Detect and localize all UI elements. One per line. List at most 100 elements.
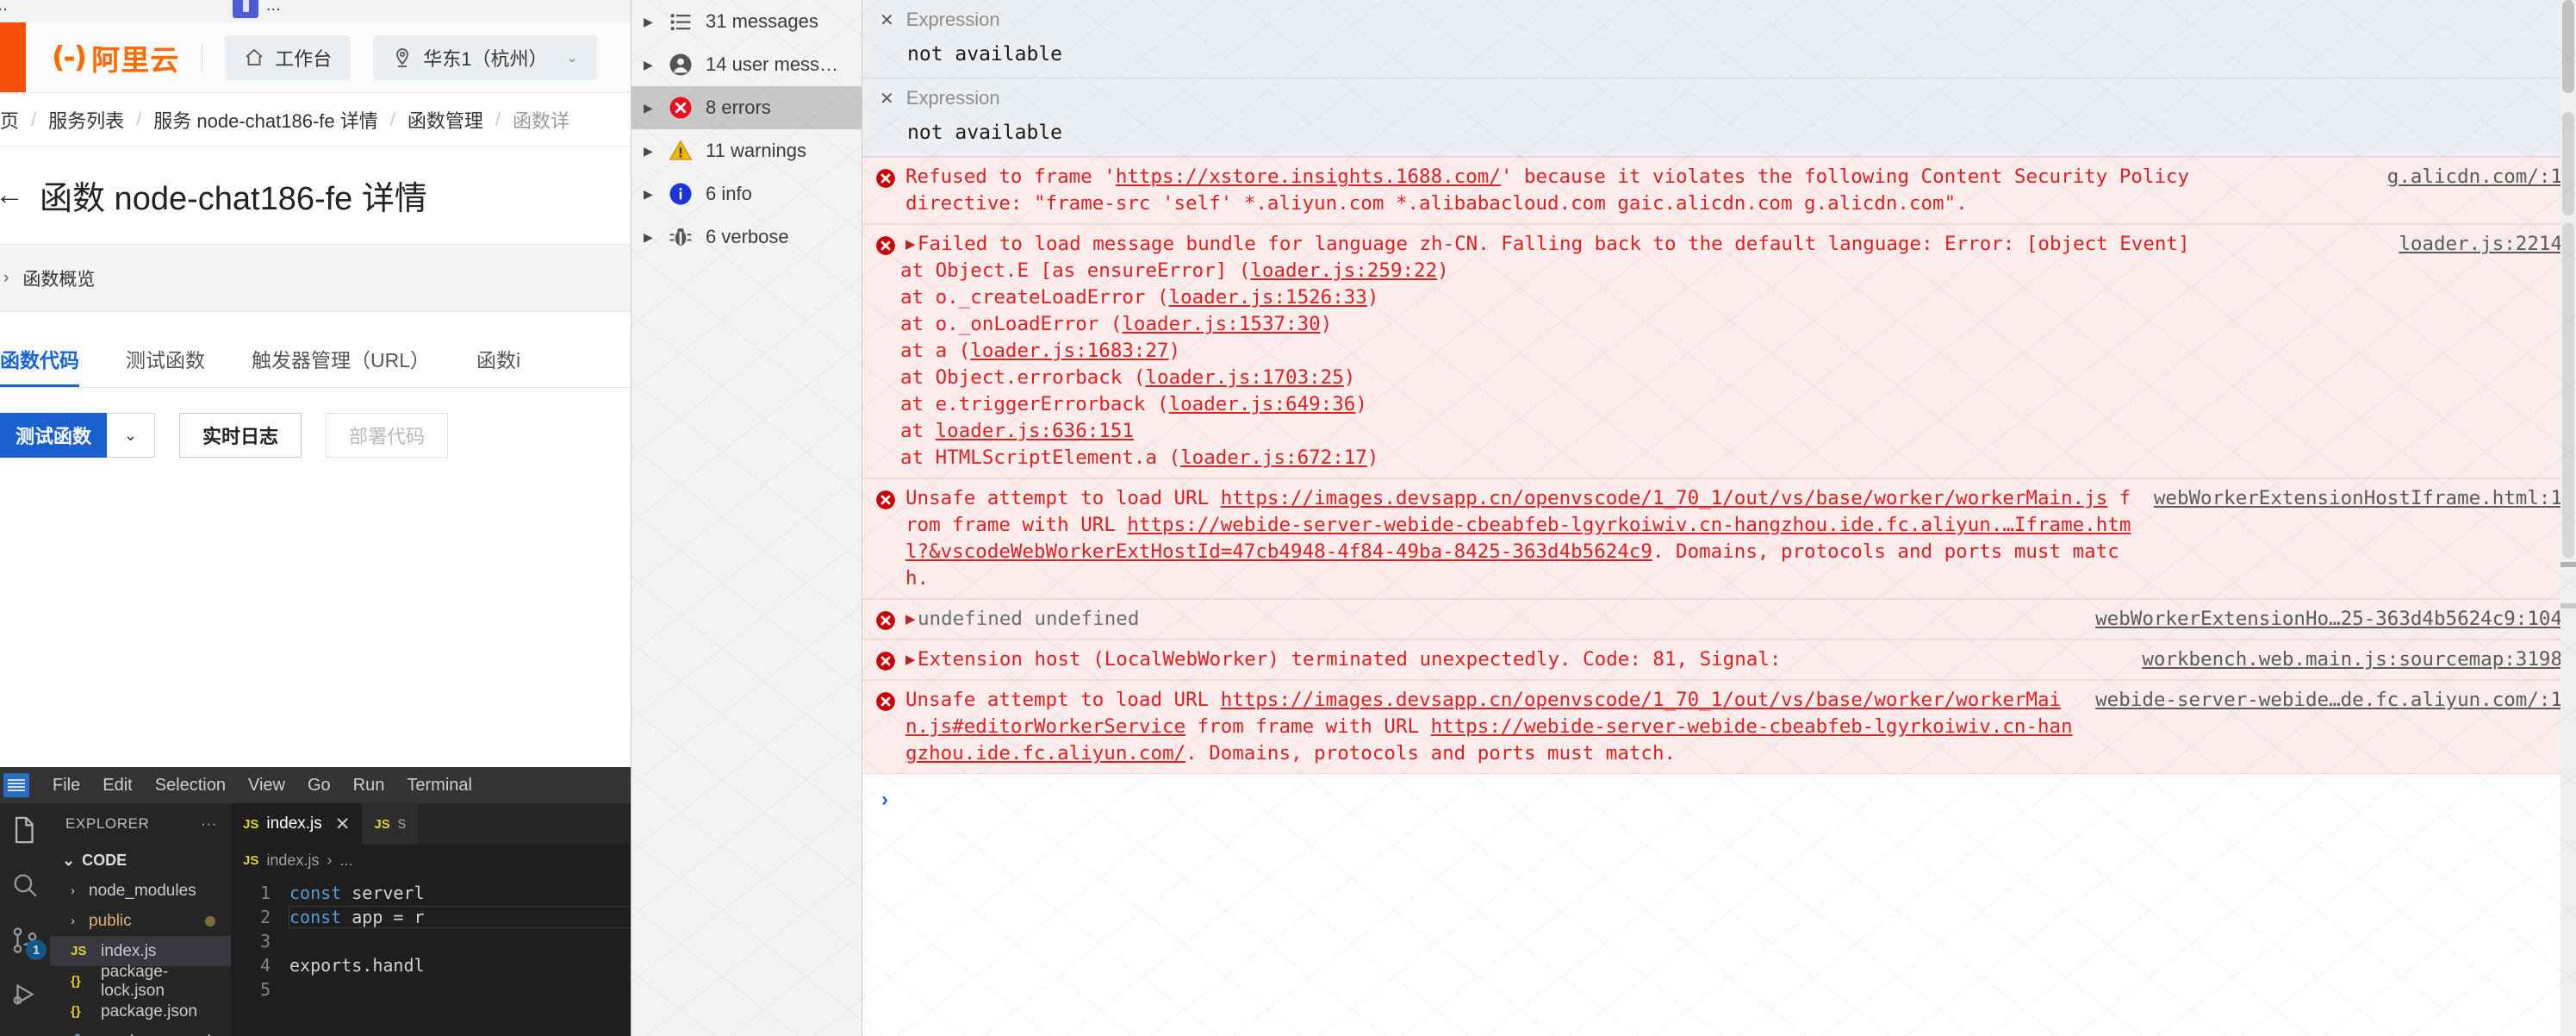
console-source-link[interactable]: g.alicdn.com/:1: [2387, 164, 2576, 190]
expand-triangle-icon[interactable]: ▶: [905, 652, 916, 667]
console-filter-verbose[interactable]: ▶ 6 verbose: [632, 215, 862, 259]
explorer-root-folder[interactable]: ⌄ CODE: [50, 845, 231, 876]
console-filter-messages[interactable]: ▶ 31 messages: [632, 0, 862, 43]
run-debug-icon[interactable]: [10, 981, 40, 1010]
error-url-link[interactable]: https://images.devsapp.cn/openvscode/1_7…: [1221, 487, 2108, 509]
breadcrumb-item-function-mgmt[interactable]: 函数管理: [408, 106, 483, 134]
workbench-nav-button[interactable]: 工作台: [225, 34, 352, 80]
explorer-more-icon[interactable]: ···: [201, 815, 217, 833]
js-file-icon: JS: [71, 944, 87, 958]
region-selector[interactable]: 华东1（杭州） ⌄: [373, 34, 597, 80]
console-filter-warnings[interactable]: ▶ 11 warnings: [632, 129, 862, 172]
console-error-row[interactable]: Unsafe attempt to load URL https://image…: [862, 680, 2576, 774]
deploy-code-button[interactable]: 部署代码: [326, 413, 449, 458]
breadcrumb-item-home[interactable]: 页: [0, 106, 19, 134]
console-error-text: Unsafe attempt to load URL https://image…: [905, 687, 2095, 767]
explorer-item-package-lock-json[interactable]: {} package-lock.json: [50, 963, 231, 1000]
chevron-down-icon: ⌄: [566, 50, 578, 66]
menu-view[interactable]: View: [237, 776, 296, 796]
watch-expression-label: Expression: [905, 87, 1000, 109]
close-icon[interactable]: ✕: [335, 814, 351, 835]
file-name: node_modules: [89, 881, 196, 900]
breadcrumb-item-service-detail[interactable]: 服务 node-chat186-fe 详情: [153, 106, 377, 134]
console-messages-area[interactable]: ✕ Expression not available ✕ Expression …: [862, 0, 2576, 1036]
test-function-button[interactable]: 测试函数: [0, 413, 108, 458]
tab-function-config[interactable]: 函数i: [476, 344, 520, 387]
stack-frame-link[interactable]: loader.js:672:17: [1180, 446, 1367, 469]
scrollbar-track-fill[interactable]: [2562, 222, 2574, 559]
stack-frame-link[interactable]: loader.js:1537:30: [1122, 313, 1320, 335]
console-filter-info[interactable]: ▶ 6 info: [632, 172, 862, 215]
explorer-item-package-json[interactable]: {} package.json: [50, 996, 231, 1027]
watch-expression-entry[interactable]: ✕ Expression not available: [862, 78, 2576, 157]
console-error-row[interactable]: ▶ Extension host (LocalWebWorker) termin…: [862, 640, 2576, 680]
console-source-link[interactable]: webWorkerExtensionHostIframe.html:1: [2154, 485, 2576, 512]
tab-function-code[interactable]: 函数代码: [0, 344, 79, 387]
expand-triangle-icon[interactable]: ▶: [644, 58, 656, 72]
function-overview-collapsible[interactable]: › 函数概览: [0, 245, 631, 312]
expand-triangle-icon[interactable]: ▶: [644, 101, 656, 115]
editor-tab-label: s: [397, 814, 407, 833]
scrollbar-thumb[interactable]: [2562, 0, 2574, 93]
console-error-row[interactable]: ▶ undefined undefined webWorkerExtension…: [862, 599, 2576, 640]
expand-triangle-icon[interactable]: ▶: [905, 611, 916, 627]
expand-triangle-icon[interactable]: ▶: [644, 187, 656, 202]
aliyun-logo[interactable]: (-) 阿里云: [52, 37, 179, 78]
code-editor-content[interactable]: 1 const serverl 2 const app = r 3 4 expo…: [231, 876, 631, 1002]
error-url-link[interactable]: https://xstore.insights.1688.com/: [1116, 165, 1501, 188]
editor-tab-index-js[interactable]: JS index.js ✕: [231, 803, 363, 845]
console-error-row[interactable]: Refused to frame 'https://xstore.insight…: [862, 157, 2576, 224]
explorer-item-node-modules[interactable]: › node_modules: [50, 876, 231, 906]
menu-go[interactable]: Go: [296, 776, 342, 796]
close-icon[interactable]: ✕: [880, 9, 894, 31]
explorer-files-icon[interactable]: [10, 815, 40, 845]
explorer-item-readme-en-md[interactable]: ⬇ readme_en.md: [50, 1027, 231, 1036]
console-scrollbar[interactable]: [2560, 0, 2576, 1036]
tab-trigger-management[interactable]: 触发器管理（URL）: [252, 344, 430, 387]
menu-terminal[interactable]: Terminal: [395, 776, 483, 796]
menu-run[interactable]: Run: [342, 776, 396, 796]
stack-frame-link[interactable]: loader.js:1526:33: [1169, 286, 1367, 309]
console-source-link[interactable]: workbench.web.main.js:sourcemap:3198: [2142, 646, 2576, 673]
breadcrumb-tail[interactable]: ...: [339, 852, 352, 870]
console-filter-label: 6 verbose: [706, 226, 789, 247]
explorer-item-public[interactable]: › public: [50, 906, 231, 936]
expand-triangle-icon[interactable]: ▶: [644, 230, 656, 245]
menu-edit[interactable]: Edit: [91, 776, 143, 796]
breadcrumb-separator: /: [136, 108, 142, 130]
search-icon[interactable]: [10, 871, 40, 900]
breadcrumb-file[interactable]: index.js: [266, 852, 319, 870]
stack-frame-tail: ): [1366, 446, 1379, 469]
close-icon[interactable]: ✕: [880, 88, 894, 109]
expand-triangle-icon[interactable]: ▶: [644, 144, 656, 159]
console-prompt[interactable]: ›: [862, 774, 2576, 826]
expand-triangle-icon[interactable]: ▶: [905, 236, 916, 252]
tab-test-function[interactable]: 测试函数: [126, 344, 205, 387]
scrollbar-thumb-secondary[interactable]: [2562, 112, 2574, 215]
expand-triangle-icon[interactable]: ▶: [644, 15, 656, 29]
test-function-dropdown-button[interactable]: ⌄: [107, 413, 156, 458]
console-error-row[interactable]: Unsafe attempt to load URL https://image…: [862, 478, 2576, 599]
menu-selection[interactable]: Selection: [144, 776, 237, 796]
browser-tab[interactable]: ...: [0, 0, 8, 22]
back-arrow-icon[interactable]: ←: [0, 178, 24, 212]
stack-frame-link[interactable]: loader.js:1683:27: [970, 340, 1168, 362]
browser-tab[interactable]: ...: [233, 0, 281, 22]
editor-tab-secondary[interactable]: JS s: [362, 803, 419, 845]
menu-file[interactable]: File: [41, 776, 91, 796]
stack-frame-link[interactable]: loader.js:636:151: [936, 420, 1134, 442]
console-filter-user-messages[interactable]: ▶ 14 user mess…: [632, 43, 862, 86]
error-text-mid: from frame with URL: [1185, 715, 1431, 738]
source-control-icon[interactable]: 1: [10, 926, 47, 960]
stack-frame-link[interactable]: loader.js:1703:25: [1145, 366, 1343, 389]
watch-expression-entry[interactable]: ✕ Expression not available: [862, 0, 2576, 78]
console-source-link[interactable]: webide-server-webide…de.fc.aliyun.com/:1: [2095, 687, 2576, 714]
stack-frame-link[interactable]: loader.js:649:36: [1169, 393, 1356, 415]
console-source-link[interactable]: webWorkerExtensionHo…25-363d4b5624c9:104: [2095, 606, 2576, 633]
realtime-log-button[interactable]: 实时日志: [179, 413, 302, 458]
stack-frame-link[interactable]: loader.js:259:22: [1250, 259, 1437, 282]
console-filter-errors[interactable]: ▶ 8 errors: [632, 86, 862, 129]
console-error-row[interactable]: ▶ Failed to load message bundle for lang…: [862, 224, 2576, 478]
breadcrumb-item-service-list[interactable]: 服务列表: [48, 106, 124, 134]
console-source-link[interactable]: loader.js:2214: [2399, 231, 2576, 258]
